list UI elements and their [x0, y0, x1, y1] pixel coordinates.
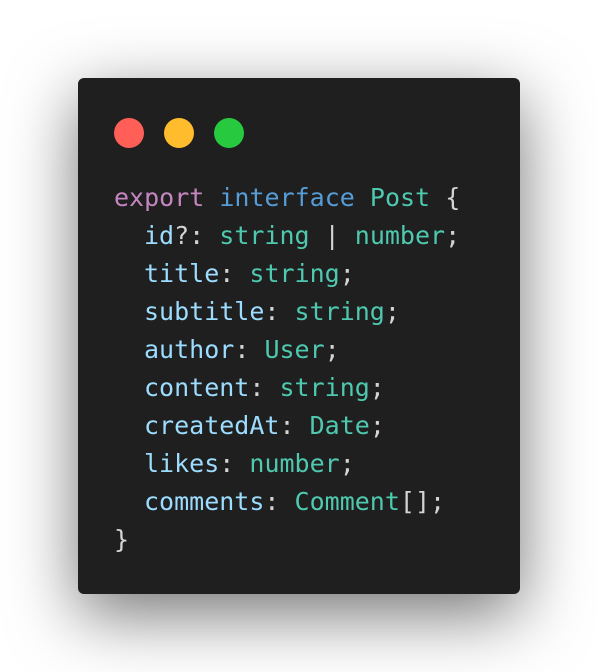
- field-name: content: [144, 373, 250, 402]
- colon: :: [234, 335, 250, 364]
- colon: :: [219, 449, 235, 478]
- field-name: subtitle: [144, 297, 265, 326]
- field-type: string: [294, 297, 385, 326]
- code-block: export interface Post {id?: string | num…: [114, 179, 460, 559]
- close-button[interactable]: [114, 118, 144, 148]
- stage: export interface Post {id?: string | num…: [0, 0, 598, 672]
- colon: :: [279, 411, 295, 440]
- colon: :: [264, 297, 280, 326]
- code-line-field: title: string;: [114, 255, 460, 293]
- code-line-field: content: string;: [114, 369, 460, 407]
- field-name: comments: [144, 487, 265, 516]
- code-line-field: likes: number;: [114, 445, 460, 483]
- window-controls: [114, 118, 244, 148]
- array-suffix: []: [399, 487, 431, 516]
- keyword-export: export: [114, 183, 205, 212]
- open-brace: {: [445, 183, 461, 212]
- semicolon: ;: [445, 221, 461, 250]
- semicolon: ;: [339, 449, 355, 478]
- code-line-field: author: User;: [114, 331, 460, 369]
- field-name: author: [144, 335, 235, 364]
- field-name: id: [144, 221, 175, 250]
- union-separator: |: [324, 221, 340, 250]
- semicolon: ;: [339, 259, 355, 288]
- semicolon: ;: [430, 487, 446, 516]
- maximize-button[interactable]: [214, 118, 244, 148]
- code-line-field: createdAt: Date;: [114, 407, 460, 445]
- code-line-field: id?: string | number;: [114, 217, 460, 255]
- close-brace: }: [114, 525, 130, 554]
- field-union-type: number: [354, 221, 446, 250]
- code-window: export interface Post {id?: string | num…: [78, 78, 520, 594]
- colon: :: [264, 487, 280, 516]
- field-type: string: [219, 221, 310, 250]
- field-type: string: [249, 259, 340, 288]
- field-type: User: [264, 335, 325, 364]
- semicolon: ;: [324, 335, 340, 364]
- field-type: Comment: [294, 487, 400, 516]
- semicolon: ;: [369, 411, 385, 440]
- minimize-button[interactable]: [164, 118, 194, 148]
- code-line-declaration: export interface Post {: [114, 179, 460, 217]
- semicolon: ;: [369, 373, 385, 402]
- optional-colon: ?:: [174, 221, 205, 250]
- field-type: number: [249, 449, 340, 478]
- field-type: string: [279, 373, 370, 402]
- code-line-field: subtitle: string;: [114, 293, 460, 331]
- semicolon: ;: [384, 297, 400, 326]
- field-name: createdAt: [144, 411, 280, 440]
- field-type: Date: [309, 411, 370, 440]
- interface-name: Post: [369, 183, 431, 212]
- field-name: likes: [144, 449, 220, 478]
- code-line-close: }: [114, 521, 460, 559]
- code-line-field: comments: Comment[];: [114, 483, 460, 521]
- colon: :: [219, 259, 235, 288]
- keyword-interface: interface: [219, 183, 355, 212]
- field-name: title: [144, 259, 220, 288]
- colon: :: [249, 373, 265, 402]
